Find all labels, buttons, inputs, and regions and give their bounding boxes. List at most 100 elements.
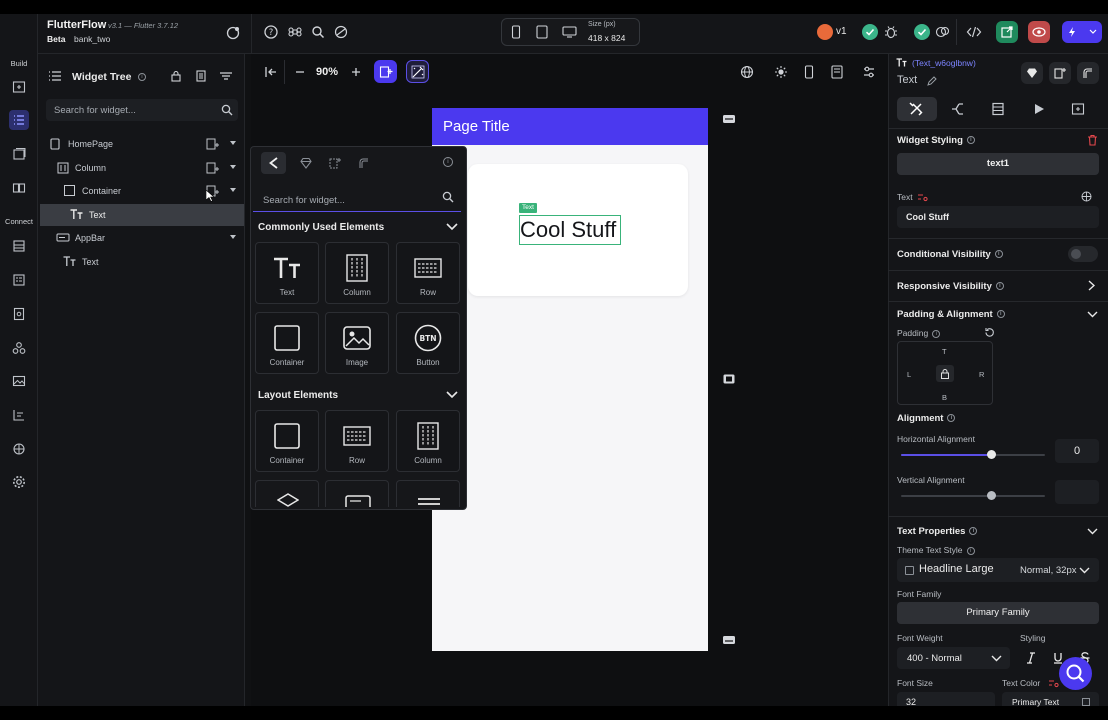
text-color-select[interactable]: Primary Text: [1002, 692, 1099, 707]
tablet-preview-icon[interactable]: [829, 64, 845, 80]
info-icon[interactable]: i: [994, 250, 1003, 259]
size-value[interactable]: 418 x 824: [588, 33, 625, 43]
widget-tree-info-icon[interactable]: i: [138, 72, 146, 83]
magic-wand-button[interactable]: [406, 60, 429, 83]
tree-collapse-icon[interactable]: [48, 70, 62, 82]
copy-tree-icon[interactable]: [195, 70, 207, 82]
debug-icon[interactable]: [883, 24, 899, 40]
generated-code-icon[interactable]: [991, 102, 1005, 116]
search-icon[interactable]: [442, 191, 454, 203]
horizontal-alignment-slider[interactable]: [901, 450, 1045, 460]
link-icon[interactable]: [333, 24, 349, 40]
language-globe-icon[interactable]: [739, 64, 755, 80]
theme-text-style-select[interactable]: Headline Large Normal, 32px: [897, 558, 1099, 582]
chevron-down-icon[interactable]: [230, 235, 236, 240]
templates-tab-icon[interactable]: [351, 152, 376, 174]
gem-tab-icon[interactable]: [293, 152, 318, 174]
widget-tile-row[interactable]: Row: [396, 242, 460, 304]
info-icon[interactable]: i: [996, 310, 1005, 319]
api-calls-icon[interactable]: [9, 304, 29, 324]
page-title[interactable]: Page Title: [443, 118, 510, 135]
command-icon[interactable]: [287, 24, 303, 40]
italic-icon[interactable]: [1026, 652, 1036, 664]
vertical-alignment-input[interactable]: [1055, 480, 1099, 504]
style-name-button[interactable]: text1: [897, 153, 1099, 175]
floating-search-button[interactable]: [1059, 657, 1092, 690]
widget-tile-column[interactable]: Column: [325, 242, 389, 304]
search-icon[interactable]: [221, 104, 233, 116]
wrap-widget-button[interactable]: [1077, 62, 1099, 84]
info-icon[interactable]: i: [969, 527, 978, 536]
component-button[interactable]: [1049, 62, 1071, 84]
custom-code-icon[interactable]: [9, 405, 29, 425]
version-badge[interactable]: v1: [836, 26, 847, 37]
widget-tree-icon[interactable]: [9, 110, 29, 130]
info-icon[interactable]: i: [966, 136, 975, 145]
padding-left[interactable]: L: [907, 370, 911, 379]
chevron-down-icon[interactable]: [230, 165, 236, 170]
widget-tile-stack[interactable]: [255, 480, 319, 507]
tree-node-homepage[interactable]: HomePage: [40, 133, 244, 155]
widget-id[interactable]: (Text_w6oglbnw): [912, 58, 976, 68]
desktop-device-icon[interactable]: [561, 24, 577, 40]
phone-preview-icon[interactable]: [801, 64, 817, 80]
firestore-icon[interactable]: [9, 236, 29, 256]
widget-tile-column[interactable]: Column: [396, 410, 460, 472]
slider-knob[interactable]: [987, 450, 996, 459]
backend-query-icon[interactable]: [950, 102, 965, 116]
search-icon[interactable]: [310, 24, 326, 40]
info-icon[interactable]: i: [995, 282, 1004, 291]
font-family-button[interactable]: Primary Family: [897, 602, 1099, 624]
collapse-left-icon[interactable]: [263, 64, 279, 80]
zoom-level[interactable]: 90%: [316, 66, 338, 78]
add-widget-button[interactable]: [374, 60, 397, 83]
copy-icon[interactable]: [722, 373, 736, 385]
credits-icon[interactable]: [817, 24, 833, 40]
toggle-panel-icon[interactable]: [861, 64, 877, 80]
delete-trash-icon[interactable]: [1087, 134, 1098, 146]
padding-top[interactable]: T: [942, 347, 947, 356]
zoom-in-icon[interactable]: [348, 64, 364, 80]
horizontal-alignment-input[interactable]: 0: [1055, 439, 1099, 463]
check-status-icon[interactable]: [914, 24, 930, 40]
font-size-input[interactable]: 32: [897, 692, 995, 707]
widget-tile-listview[interactable]: [396, 480, 460, 507]
widget-search-input[interactable]: Search for widget...: [46, 99, 238, 121]
tree-node-text-selected[interactable]: Text: [40, 204, 244, 226]
components-icon[interactable]: [9, 178, 29, 198]
check-status-icon[interactable]: [862, 24, 878, 40]
help-icon[interactable]: ?: [263, 24, 279, 40]
chevron-down-icon[interactable]: [1087, 528, 1098, 535]
widget-tile-button[interactable]: BTN Button: [396, 312, 460, 374]
add-widget-icon[interactable]: [206, 138, 220, 150]
integrations-icon[interactable]: [9, 439, 29, 459]
add-widget-icon[interactable]: [206, 162, 220, 174]
actions-play-icon[interactable]: [1033, 102, 1045, 116]
code-icon[interactable]: [966, 24, 982, 40]
chat-icon[interactable]: [934, 24, 950, 40]
info-icon[interactable]: i: [966, 546, 975, 555]
storyboard-icon[interactable]: [9, 144, 29, 164]
set-from-variable-icon[interactable]: [917, 192, 928, 202]
chevron-down-icon[interactable]: [230, 188, 236, 193]
slider-knob[interactable]: [987, 491, 996, 500]
chevron-down-icon[interactable]: [1087, 311, 1098, 318]
edit-pencil-icon[interactable]: [927, 76, 937, 86]
light-mode-icon[interactable]: [773, 64, 789, 80]
tree-node-appbar[interactable]: AppBar: [40, 227, 244, 249]
reset-icon[interactable]: [984, 327, 995, 338]
theme-gem-button[interactable]: [1021, 62, 1043, 84]
tree-node-column[interactable]: Column: [40, 157, 244, 179]
padding-lock-icon[interactable]: [936, 365, 954, 382]
picker-info-icon[interactable]: i: [443, 157, 453, 168]
set-from-variable-icon[interactable]: [1048, 678, 1059, 688]
padding-editor[interactable]: T L R B: [897, 341, 993, 405]
font-weight-select[interactable]: 400 - Normal: [897, 647, 1010, 669]
tree-node-text[interactable]: Text: [40, 251, 244, 273]
widget-tile-container[interactable]: Container: [255, 312, 319, 374]
add-component-icon[interactable]: [1071, 102, 1085, 116]
data-types-icon[interactable]: [9, 270, 29, 290]
chevron-down-icon[interactable]: [446, 223, 458, 231]
tablet-device-icon[interactable]: [534, 24, 550, 40]
selected-text-widget[interactable]: Cool Stuff: [519, 215, 621, 245]
